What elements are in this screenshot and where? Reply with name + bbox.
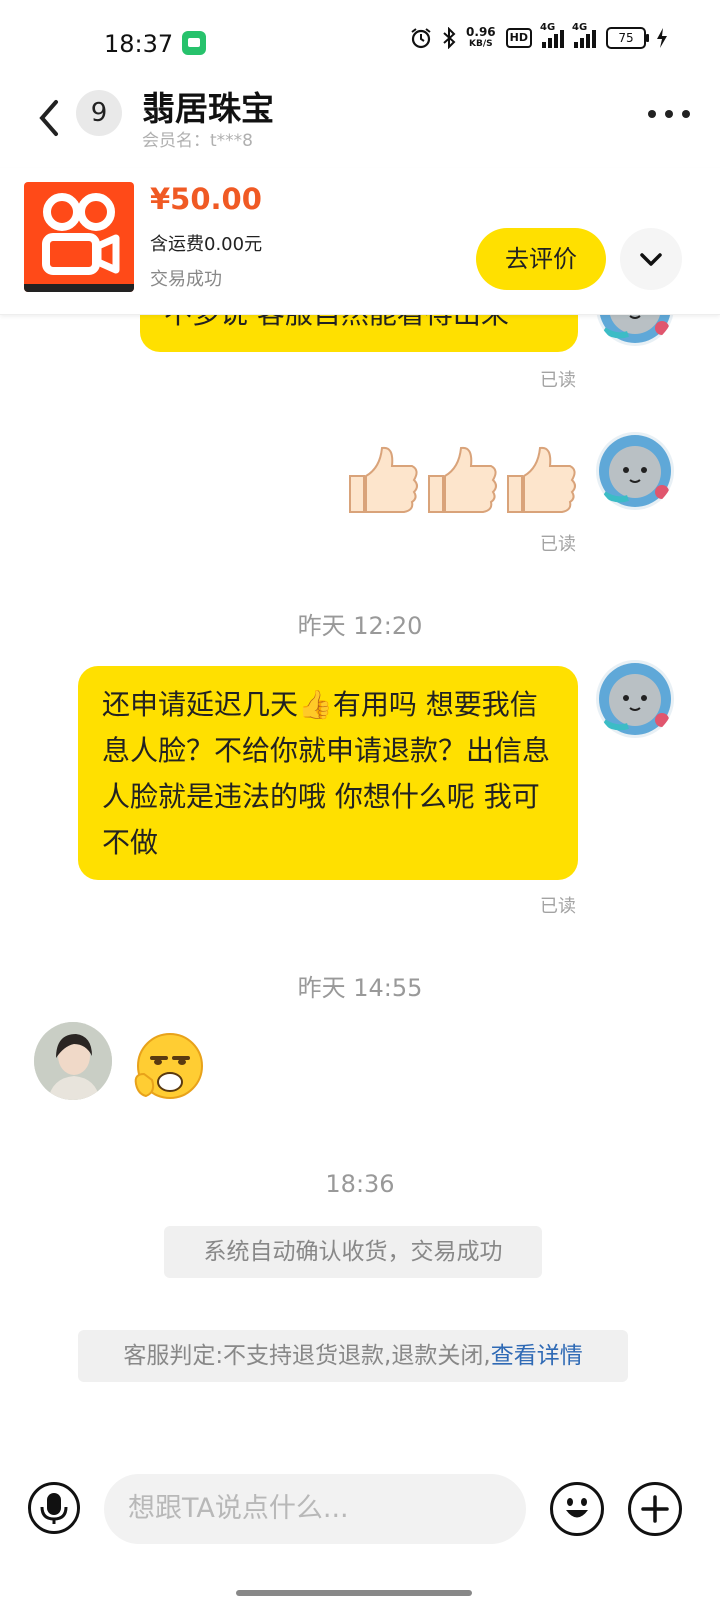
message-app-icon <box>182 31 206 55</box>
member-name: 会员名：t***8 <box>142 131 253 151</box>
network-speed: 0.96 KB/S <box>466 25 496 49</box>
dot-icon <box>648 110 656 118</box>
back-button[interactable] <box>32 98 72 138</box>
chevron-down-icon <box>640 253 662 266</box>
voice-input-button[interactable] <box>28 1482 80 1534</box>
time-stamp: 18:36 <box>325 1170 395 1198</box>
my-avatar[interactable] <box>596 432 674 510</box>
collapse-button[interactable] <box>620 228 682 290</box>
seller-avatar[interactable] <box>34 1022 112 1100</box>
product-thumbnail[interactable] <box>24 182 134 292</box>
kuaishou-logo-icon <box>42 193 120 275</box>
chat-messages: 不多说 客服自然能看得出来 已读 已读 昨天 12:20 还 <box>0 268 720 1464</box>
my-avatar[interactable] <box>596 660 674 738</box>
plus-icon <box>641 1495 669 1523</box>
dot-icon <box>682 110 690 118</box>
read-receipt: 已读 <box>540 896 576 917</box>
shipping-fee: 含运费0.00元 <box>150 234 263 255</box>
alarm-icon <box>410 27 432 49</box>
add-more-button[interactable] <box>628 1482 682 1536</box>
seal-avatar-icon <box>599 435 671 507</box>
input-bar: 想跟TA说点什么... <box>0 1464 720 1600</box>
more-options-button[interactable] <box>648 110 690 118</box>
bluetooth-icon <box>442 27 456 49</box>
review-button[interactable]: 去评价 <box>476 228 606 290</box>
smiley-icon <box>566 1498 588 1518</box>
chat-header: 9 翡居珠宝 会员名：t***8 <box>0 88 720 168</box>
status-time: 18:37 <box>104 30 174 58</box>
read-receipt: 已读 <box>540 370 576 391</box>
unread-count-badge[interactable]: 9 <box>76 90 122 136</box>
system-message: 系统自动确认收货，交易成功 <box>164 1226 542 1278</box>
read-receipt: 已读 <box>540 534 576 555</box>
seal-avatar-icon <box>599 663 671 735</box>
home-indicator[interactable] <box>236 1590 472 1596</box>
status-bar: 18:37 0.96 KB/S HD 4G 4G 75 <box>0 0 720 88</box>
status-icons: 0.96 KB/S HD 4G 4G 75 <box>410 22 668 50</box>
thumbs-up-emoji-icon <box>349 446 576 513</box>
emoji-button[interactable] <box>550 1482 604 1536</box>
message-bubble-outgoing[interactable]: 还申请延迟几天👍有用吗 想要我信息人脸？不给你就申请退款？出信息人脸就是违法的哦… <box>78 666 578 880</box>
order-card[interactable]: ¥50.00 含运费0.00元 交易成功 去评价 <box>0 168 720 315</box>
shop-name: 翡居珠宝 <box>142 89 274 128</box>
message-input[interactable]: 想跟TA说点什么... <box>104 1474 526 1544</box>
smirk-emoji-icon <box>134 1033 203 1099</box>
order-status: 交易成功 <box>150 269 222 290</box>
message-text: 还申请延迟几天👍有用吗 想要我信息人脸？不给你就申请退款？出信息人脸就是违法的哦… <box>102 688 551 859</box>
time-stamp: 昨天 12:20 <box>297 612 423 640</box>
dot-icon <box>665 110 673 118</box>
battery-icon: 75 <box>606 27 649 49</box>
microphone-icon <box>40 1493 68 1524</box>
refund-decision-text: 客服判定:不支持退货退款,退款关闭, <box>123 1343 491 1369</box>
hd-voice-icon: HD <box>505 28 532 48</box>
chevron-left-icon <box>39 100 58 136</box>
time-stamp: 昨天 14:55 <box>297 974 423 1002</box>
view-details-link[interactable]: 查看详情 <box>491 1343 583 1369</box>
signal-icon-sim2: 4G <box>572 22 596 48</box>
system-message-refund: 客服判定:不支持退货退款,退款关闭,查看详情 <box>78 1330 628 1382</box>
order-price: ¥50.00 <box>150 182 262 216</box>
signal-icon-sim1: 4G <box>540 22 564 48</box>
charging-icon <box>656 27 668 49</box>
emoji-message[interactable] <box>342 440 578 518</box>
emoji-message[interactable] <box>130 1030 206 1106</box>
person-avatar-icon <box>34 1022 112 1100</box>
